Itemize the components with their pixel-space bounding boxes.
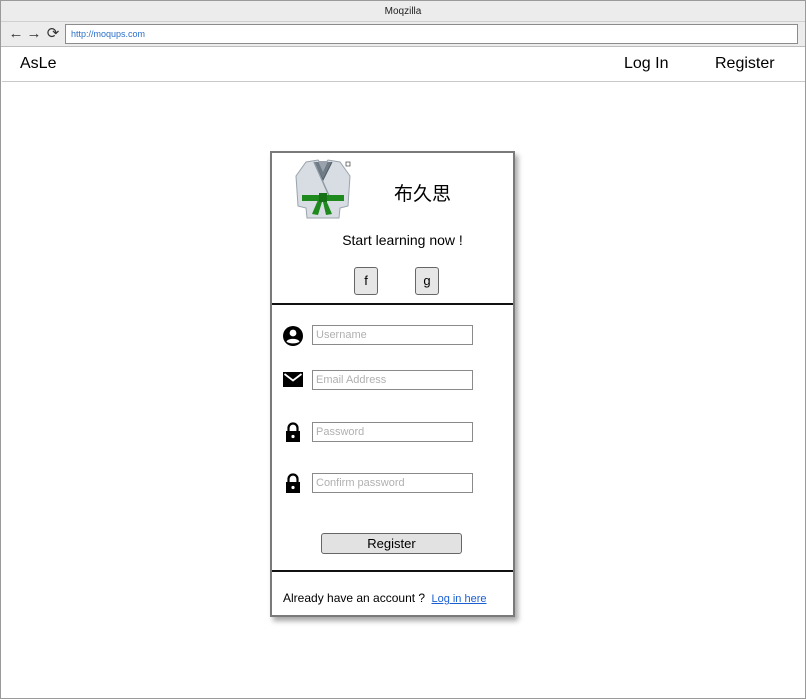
user-circle-icon xyxy=(282,325,304,347)
email-input[interactable] xyxy=(312,370,473,390)
brand-kanji: 布久思 xyxy=(394,183,452,205)
nav-login-link[interactable]: Log In xyxy=(624,55,668,73)
divider xyxy=(272,570,513,572)
tagline: Start learning now ! xyxy=(342,232,463,248)
login-prompt: Already have an account ? Log in here xyxy=(283,591,487,605)
envelope-icon xyxy=(282,369,304,391)
site-header: AsLe Log In Register xyxy=(2,49,805,82)
register-button[interactable]: Register xyxy=(321,533,462,554)
site-brand[interactable]: AsLe xyxy=(20,55,56,73)
nav-register-link[interactable]: Register xyxy=(715,55,775,73)
google-login-button[interactable]: g xyxy=(415,267,439,295)
login-prompt-text: Already have an account ? xyxy=(283,591,426,605)
browser-toolbar: ← → ⟳ http://moqups.com xyxy=(1,22,805,47)
lock-icon xyxy=(282,421,304,443)
browser-window: Moqzilla ← → ⟳ http://moqups.com AsLe Lo… xyxy=(0,0,806,699)
back-arrow-icon[interactable]: ← xyxy=(8,25,24,43)
reload-icon[interactable]: ⟳ xyxy=(45,25,61,43)
forward-arrow-icon[interactable]: → xyxy=(26,25,42,43)
karate-gi-icon xyxy=(292,158,354,222)
register-card: 布久思 Start learning now ! f g Username Em… xyxy=(270,151,515,617)
divider xyxy=(272,303,513,305)
login-here-link[interactable]: Log in here xyxy=(431,593,486,605)
username-input[interactable] xyxy=(312,325,473,345)
lock-icon xyxy=(282,472,304,494)
window-title: Moqzilla xyxy=(1,1,805,22)
confirm-password-input[interactable] xyxy=(312,473,473,493)
address-bar[interactable]: http://moqups.com xyxy=(65,24,798,44)
password-input[interactable] xyxy=(312,422,473,442)
facebook-login-button[interactable]: f xyxy=(354,267,378,295)
